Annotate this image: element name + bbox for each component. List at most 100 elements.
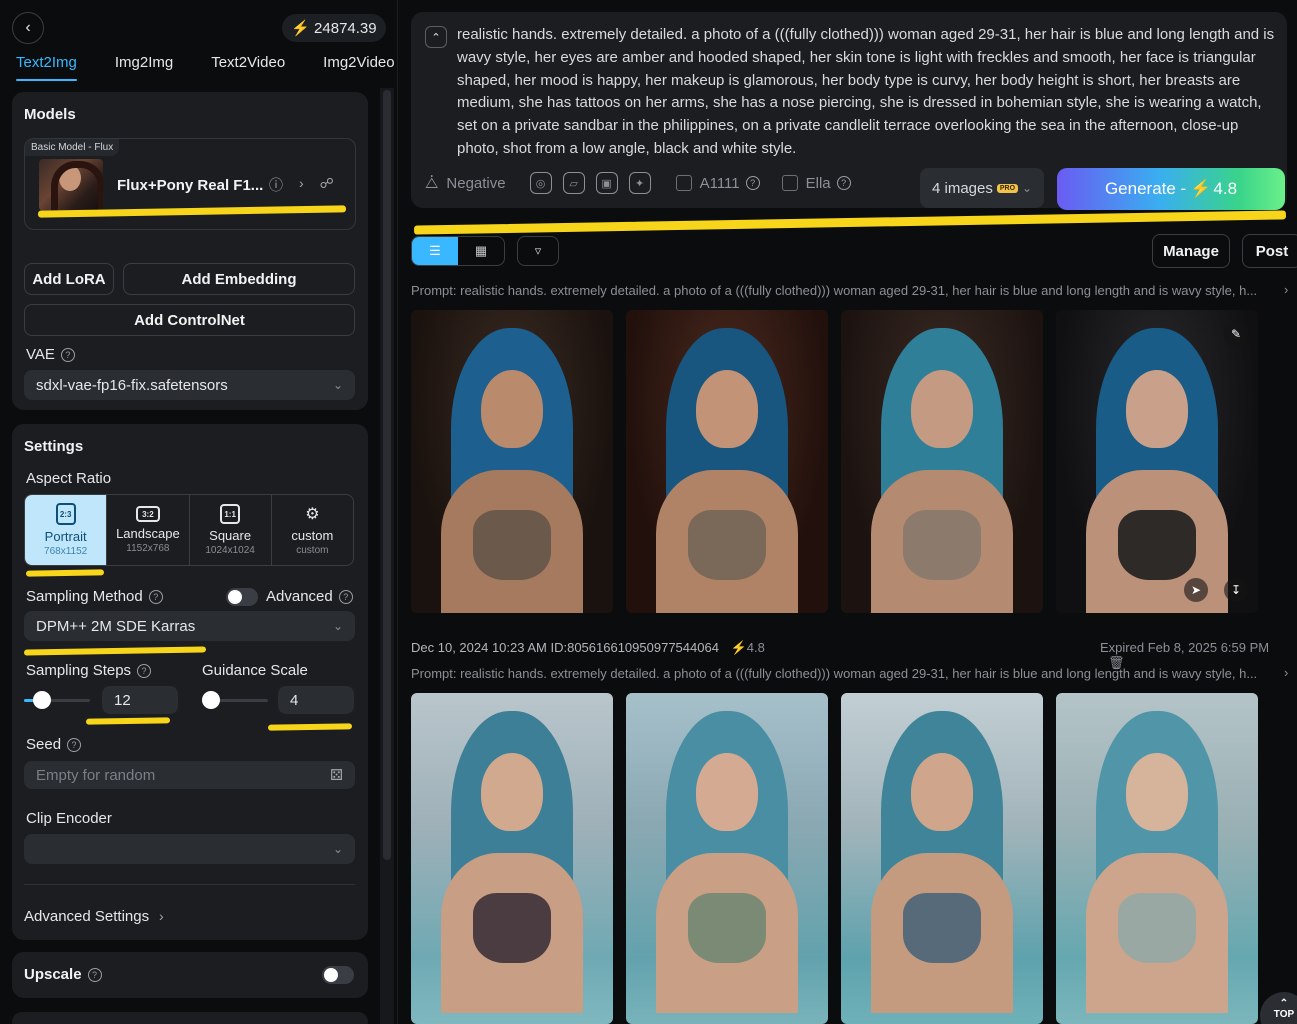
- list-view-icon[interactable]: ☰: [412, 237, 458, 265]
- result-image[interactable]: ✎ ➤ ↧: [1056, 310, 1258, 613]
- sampling-method-select[interactable]: DPM++ 2M SDE Karras ⌄: [24, 611, 355, 641]
- help-icon[interactable]: ?: [137, 664, 152, 679]
- advanced-toggle[interactable]: [226, 588, 258, 606]
- credits-badge[interactable]: ⚡ 24874.39: [282, 14, 386, 42]
- negative-button[interactable]: Negative: [446, 175, 505, 192]
- chevron-right-icon[interactable]: ›: [299, 175, 304, 195]
- aspect-name: Square: [209, 528, 252, 543]
- chevron-right-icon[interactable]: ›: [1284, 282, 1288, 297]
- help-icon[interactable]: ?: [836, 176, 851, 190]
- image-content: [1126, 370, 1188, 448]
- back-button[interactable]: ‹: [12, 12, 44, 44]
- a1111-checkbox[interactable]: [675, 175, 692, 191]
- help-icon[interactable]: ?: [745, 176, 760, 190]
- vae-label: VAE: [26, 346, 55, 363]
- advanced-settings-label: Advanced Settings: [24, 908, 150, 925]
- filter-icon[interactable]: ▿: [517, 236, 559, 266]
- view-toggle: ☰ ▦: [411, 236, 505, 266]
- seed-placeholder: Empty for random: [36, 766, 156, 784]
- add-lora-button[interactable]: Add LoRA: [24, 263, 114, 295]
- upscale-toggle[interactable]: [322, 966, 354, 984]
- expiry-text: Expired Feb 8, 2025 6:59 PM: [1100, 640, 1270, 655]
- settings-title: Settings: [24, 438, 84, 455]
- image-content: [481, 753, 543, 831]
- help-icon[interactable]: ?: [60, 348, 75, 363]
- edit-icon[interactable]: ✎: [1224, 322, 1248, 346]
- steps-slider-handle[interactable]: [33, 691, 51, 709]
- cube-icon[interactable]: ▱: [562, 172, 585, 194]
- image-content: [911, 370, 973, 448]
- dice-icon[interactable]: ⚄: [330, 766, 343, 784]
- help-icon[interactable]: ?: [67, 738, 82, 753]
- grid-view-icon[interactable]: ▦: [458, 237, 504, 265]
- magic-wand-icon[interactable]: ✦: [628, 172, 651, 194]
- result-image[interactable]: [411, 310, 613, 613]
- result-meta: Dec 10, 2024 10:23 AM ID:805616610950977…: [411, 640, 765, 656]
- bolt-icon: ⚡: [730, 640, 747, 655]
- help-icon[interactable]: ?: [148, 590, 163, 605]
- collapse-button[interactable]: ⌃: [425, 26, 447, 48]
- image-count-select[interactable]: 4 images PRO ⌄: [920, 168, 1044, 208]
- vae-select[interactable]: sdxl-vae-fp16-fix.safetensors ⌄: [24, 370, 355, 400]
- sampling-steps-label-row: Sampling Steps?: [26, 662, 152, 679]
- guidance-scale-label: Guidance Scale: [202, 662, 308, 679]
- tab-img2video[interactable]: Img2Video: [323, 52, 394, 81]
- image-content: [473, 510, 551, 580]
- aspect-portrait[interactable]: 2:3 Portrait 768x1152: [25, 495, 108, 565]
- add-embedding-button[interactable]: Add Embedding: [123, 263, 355, 295]
- info-icon[interactable]: ⓘ: [269, 175, 283, 195]
- chevron-down-icon: ⌄: [332, 842, 343, 856]
- upscale-card: Upscale?: [12, 952, 368, 998]
- result-prompt: Prompt: realistic hands. extremely detai…: [411, 666, 1258, 681]
- chevron-right-icon[interactable]: ›: [1284, 665, 1288, 680]
- chevron-down-icon: ⌄: [1022, 181, 1033, 195]
- clip-encoder-select[interactable]: ⌄: [24, 834, 355, 864]
- globe-icon[interactable]: ◎: [529, 172, 552, 194]
- tab-img2img[interactable]: Img2Img: [115, 52, 173, 81]
- result-image[interactable]: [626, 310, 828, 613]
- prompt-textarea[interactable]: realistic hands. extremely detailed. a p…: [457, 24, 1283, 161]
- highlight-mark: [413, 210, 1287, 235]
- unlock-icon[interactable]: ☍: [320, 175, 334, 195]
- post-button[interactable]: Post: [1242, 234, 1297, 268]
- help-icon[interactable]: ?: [87, 968, 102, 983]
- advanced-label-row: Advanced?: [266, 588, 353, 605]
- highlight-mark: [85, 717, 171, 725]
- result-image[interactable]: [1056, 693, 1258, 1024]
- aspect-size: 768x1152: [44, 546, 88, 557]
- tab-text2video[interactable]: Text2Video: [211, 52, 285, 81]
- divider: [24, 884, 355, 885]
- image-content: [1126, 753, 1188, 831]
- image-icon[interactable]: ▣: [595, 172, 618, 194]
- add-controlnet-button[interactable]: Add ControlNet: [24, 304, 355, 336]
- bolt-icon: ⚡: [291, 20, 311, 37]
- guidance-input[interactable]: 4: [278, 686, 354, 714]
- highlight-mark: [23, 646, 207, 656]
- help-icon[interactable]: ?: [338, 590, 353, 605]
- manage-button[interactable]: Manage: [1152, 234, 1230, 268]
- result-image[interactable]: [626, 693, 828, 1024]
- result-image[interactable]: [841, 310, 1043, 613]
- aspect-custom[interactable]: ⚙ custom custom: [272, 495, 353, 565]
- result-image[interactable]: [411, 693, 613, 1024]
- advanced-settings-link[interactable]: Advanced Settings ›: [24, 908, 164, 925]
- download-icon[interactable]: ↧: [1224, 578, 1248, 602]
- credits-value: 24874.39: [314, 19, 377, 37]
- ella-checkbox[interactable]: [781, 175, 798, 191]
- aspect-square[interactable]: 1:1 Square 1024x1024: [190, 495, 272, 565]
- result-image[interactable]: [841, 693, 1043, 1024]
- send-icon[interactable]: ➤: [1184, 578, 1208, 602]
- tab-text2img[interactable]: Text2Img: [16, 52, 77, 81]
- model-name: Flux+Pony Real F1...: [117, 177, 264, 194]
- aspect-landscape[interactable]: 3:2 Landscape 1152x768: [107, 495, 190, 565]
- aspect-size: 1152x768: [126, 543, 170, 554]
- steps-input[interactable]: 12: [102, 686, 178, 714]
- mode-tabs: Text2Img Img2Img Text2Video Img2Video: [16, 52, 395, 81]
- seed-input[interactable]: Empty for random ⚄: [24, 761, 355, 789]
- seed-label: Seed: [26, 736, 62, 753]
- scrollbar[interactable]: [383, 90, 391, 860]
- ella-label: Ella: [805, 174, 831, 192]
- guidance-slider-handle[interactable]: [202, 691, 220, 709]
- sampling-method-value: DPM++ 2M SDE Karras: [36, 617, 196, 635]
- generate-button[interactable]: Generate - ⚡ 4.8: [1057, 168, 1285, 210]
